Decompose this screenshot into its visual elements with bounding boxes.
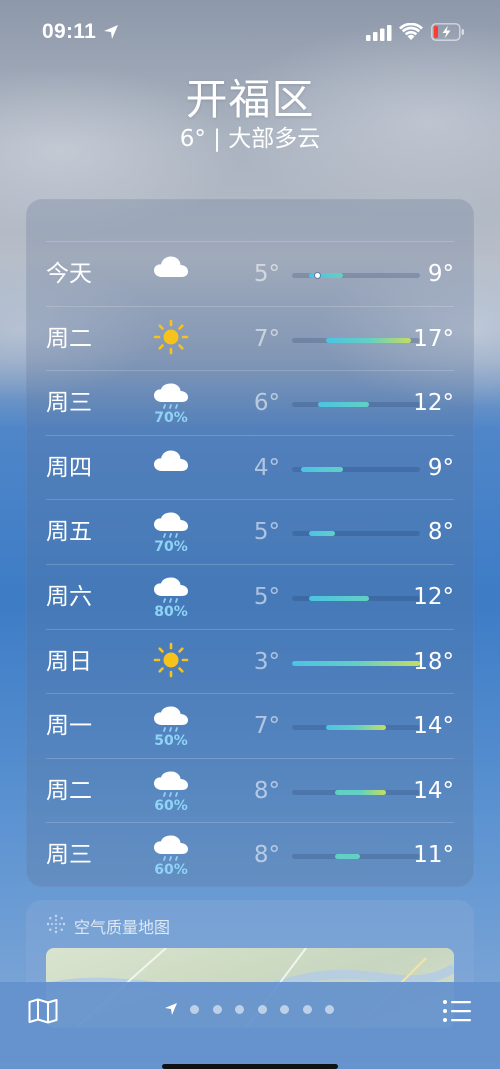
temp-range-fill — [317, 402, 369, 408]
temp-high: 12° — [413, 390, 454, 417]
location-arrow-icon — [104, 25, 118, 39]
temp-range-fill — [300, 466, 344, 472]
temp-range-fill — [334, 789, 386, 795]
temp-high: 8° — [427, 519, 454, 546]
page-dot[interactable] — [212, 1005, 222, 1014]
forecast-day: 周六 — [46, 584, 92, 610]
row-divider — [46, 628, 454, 630]
bottom-toolbar — [0, 982, 500, 1069]
battery-icon — [431, 23, 464, 41]
row-divider — [46, 822, 454, 824]
cloud-icon — [148, 445, 194, 491]
forecast-day: 周三 — [46, 390, 92, 417]
status-bar: 09:11 — [0, 0, 500, 64]
forecast-row[interactable]: 周一 50% 7° 14° — [46, 693, 454, 758]
page-dot[interactable] — [257, 1005, 267, 1014]
rain-cloud-icon: 50% — [148, 703, 194, 749]
temp-high: 14° — [413, 777, 454, 804]
cellular-signal-icon — [366, 25, 392, 41]
status-time: 09:11 — [42, 20, 97, 43]
temp-high: 18° — [413, 648, 454, 675]
temp-low: 8° — [253, 842, 280, 869]
row-divider — [46, 241, 454, 242]
current-conditions: 6° | 大部多云 — [179, 126, 321, 152]
sun-icon — [148, 639, 194, 685]
forecast-day: 周日 — [46, 648, 92, 675]
temp-range-fill — [309, 596, 369, 601]
temp-low: 6° — [253, 390, 280, 417]
temp-range-fill — [326, 725, 386, 731]
forecast-row[interactable]: 周二 60% 8° 14° — [46, 757, 454, 823]
row-divider — [46, 693, 454, 695]
temp-low: 8° — [253, 777, 280, 804]
current-location-page-icon[interactable] — [164, 1002, 178, 1016]
temp-high: 17° — [413, 325, 454, 352]
row-divider — [46, 370, 454, 372]
precip-chance: 80% — [154, 604, 188, 620]
temp-high: 14° — [413, 713, 454, 740]
temp-low: 5° — [253, 584, 280, 610]
ten-day-forecast[interactable]: 今天 5° 9° 周二 7° 17° 周三 70% 6° 12° 周四 4° 9° 周五 70% 5° 8° 周六… — [26, 199, 474, 887]
temp-range-fill — [334, 854, 361, 860]
row-divider — [46, 499, 454, 501]
temp-high: 11° — [413, 842, 454, 869]
row-divider — [46, 434, 454, 436]
forecast-row[interactable]: 周五 70% 5° 8° — [46, 499, 454, 564]
forecast-row[interactable]: 周日 3° 18° — [46, 628, 454, 694]
forecast-day: 今天 — [46, 261, 92, 287]
forecast-day: 周二 — [46, 777, 92, 804]
temp-low: 7° — [253, 713, 280, 740]
rain-cloud-icon: 60% — [148, 768, 194, 814]
temp-low: 4° — [253, 454, 280, 481]
forecast-row[interactable]: 周三 60% 8° 11° — [46, 822, 454, 887]
forecast-day: 周二 — [46, 325, 92, 352]
temp-low: 7° — [253, 325, 280, 352]
map-icon[interactable] — [28, 998, 58, 1024]
cloud-icon — [148, 251, 194, 297]
page-dot[interactable] — [235, 1005, 244, 1014]
forecast-day: 周四 — [46, 454, 92, 481]
precip-chance: 50% — [154, 733, 188, 750]
temp-low: 5° — [253, 261, 280, 287]
city-name: 开福区 — [185, 75, 315, 124]
location-header: 开福区 6° | 大部多云 — [0, 74, 500, 154]
location-list-icon[interactable] — [442, 998, 472, 1024]
precip-chance: 60% — [154, 862, 188, 879]
home-indicator[interactable] — [162, 1064, 338, 1069]
page-dot[interactable] — [190, 1005, 199, 1014]
forecast-day: 周一 — [46, 713, 92, 740]
row-divider — [46, 757, 454, 759]
page-dot[interactable] — [302, 1005, 312, 1014]
forecast-row[interactable]: 周六 80% 5° 12° — [46, 564, 454, 629]
rain-cloud-icon: 80% — [148, 574, 194, 620]
forecast-day: 周三 — [46, 842, 92, 869]
forecast-row[interactable]: 周三 70% 6° 12° — [46, 370, 454, 435]
sun-icon — [148, 316, 194, 362]
precip-chance: 60% — [154, 797, 188, 814]
row-divider — [46, 305, 454, 307]
forecast-row[interactable]: 今天 5° 9° — [46, 241, 454, 306]
temp-range-fill — [309, 531, 335, 537]
rain-cloud-icon: 60% — [148, 832, 194, 878]
temp-low: 5° — [253, 519, 280, 546]
forecast-row[interactable]: 周四 4° 9° — [46, 434, 454, 500]
temp-high: 9° — [427, 261, 454, 287]
row-divider — [46, 564, 454, 565]
temp-high: 9° — [427, 454, 454, 481]
air-quality-title: 空气质量地图 — [74, 918, 171, 937]
page-dot[interactable] — [280, 1005, 289, 1014]
precip-chance: 70% — [154, 410, 188, 427]
wifi-icon — [399, 23, 423, 40]
air-quality-icon — [46, 914, 66, 934]
rain-cloud-icon: 70% — [148, 509, 194, 555]
forecast-row[interactable]: 周二 7° 17° — [46, 305, 454, 371]
page-dot[interactable] — [325, 1005, 334, 1014]
temp-high: 12° — [413, 584, 454, 610]
forecast-day: 周五 — [46, 519, 92, 546]
rain-cloud-icon: 70% — [148, 380, 194, 426]
temp-low: 3° — [253, 648, 280, 675]
precip-chance: 70% — [154, 539, 188, 556]
